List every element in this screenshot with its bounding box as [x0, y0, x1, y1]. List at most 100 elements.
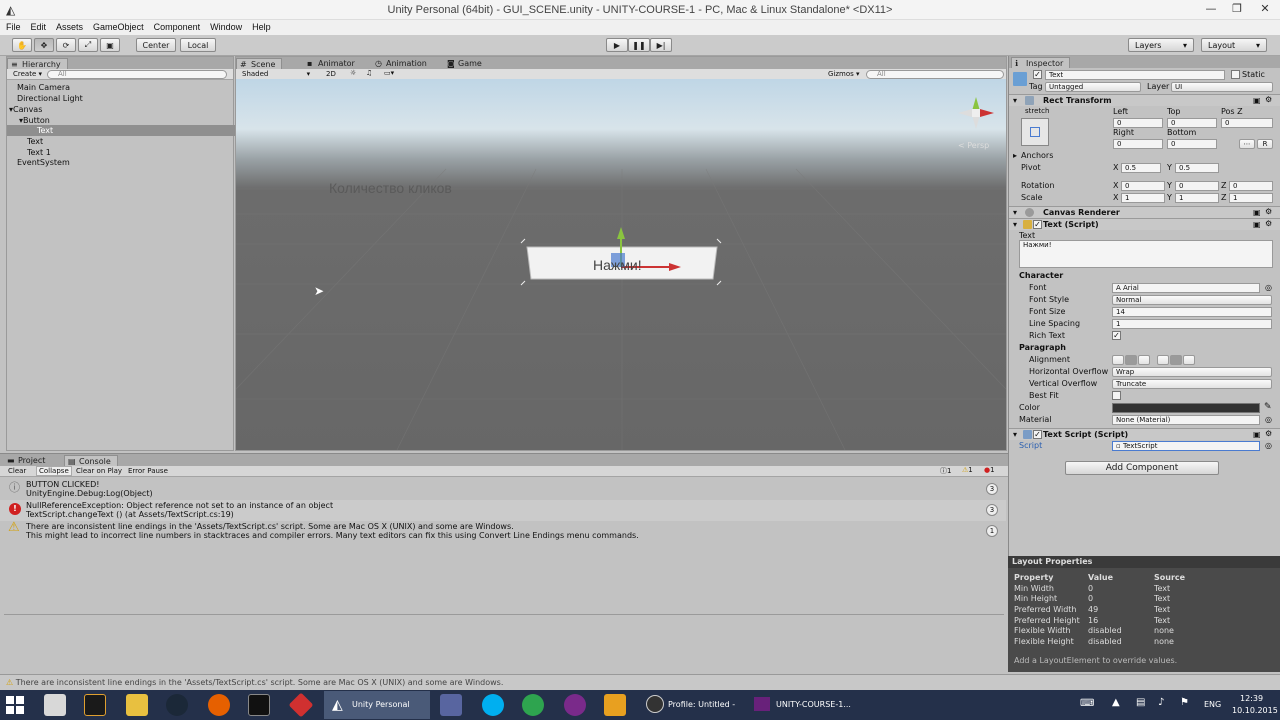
taskbar-git-icon[interactable]: [288, 692, 314, 718]
pivot-y-input[interactable]: 0.5: [1175, 163, 1219, 173]
hierarchy-item-eventsystem[interactable]: EventSystem: [7, 157, 239, 168]
foldout-right-icon[interactable]: ▸: [1013, 150, 1017, 161]
object-picker-icon[interactable]: ◎: [1265, 441, 1272, 450]
console-entry-warning[interactable]: ⚠ There are inconsistent line endings in…: [0, 521, 1006, 542]
best-fit-checkbox[interactable]: [1112, 391, 1121, 400]
help-icon[interactable]: ▣: [1253, 220, 1261, 229]
foldout-down-icon[interactable]: ▾: [1013, 208, 1017, 217]
help-icon[interactable]: ▣: [1253, 96, 1261, 105]
warning-filter-toggle[interactable]: ⚠1: [962, 466, 973, 474]
rect-transform-header[interactable]: ▾ Rect Transform ▣ ⚙: [1009, 94, 1280, 106]
layout-properties-title[interactable]: Layout Properties: [1008, 556, 1280, 568]
font-style-dropdown[interactable]: Normal: [1112, 295, 1272, 305]
rotate-tool-button[interactable]: ⟳: [56, 38, 76, 52]
gizmos-dropdown[interactable]: Gizmos ▾: [828, 70, 860, 78]
menu-gameobject[interactable]: GameObject: [93, 20, 144, 35]
pause-button[interactable]: ❚❚: [628, 38, 650, 52]
help-icon[interactable]: ▣: [1253, 430, 1261, 439]
console-detail-divider[interactable]: [4, 614, 1004, 615]
hierarchy-item-text[interactable]: Text: [7, 136, 239, 147]
color-swatch[interactable]: [1112, 403, 1260, 413]
static-checkbox[interactable]: [1231, 70, 1240, 79]
taskbar-explorer-icon[interactable]: [126, 694, 148, 716]
console-clear-on-play-toggle[interactable]: Clear on Play: [76, 467, 122, 475]
hand-tool-button[interactable]: ✋: [12, 38, 32, 52]
hierarchy-search-input[interactable]: All: [47, 70, 227, 79]
font-size-input[interactable]: 14: [1112, 307, 1272, 317]
anchors-label[interactable]: Anchors: [1021, 150, 1053, 161]
taskbar-steam-icon[interactable]: [166, 694, 188, 716]
gear-icon[interactable]: ⚙: [1265, 207, 1272, 216]
align-bottom-button[interactable]: [1183, 355, 1195, 365]
gear-icon[interactable]: ⚙: [1265, 219, 1272, 228]
gear-icon[interactable]: ⚙: [1265, 95, 1272, 104]
tab-console[interactable]: ▤ Console: [64, 455, 118, 466]
close-button[interactable]: ✕: [1254, 2, 1276, 15]
minimize-button[interactable]: —: [1200, 2, 1222, 15]
taskbar-window-vs[interactable]: UNITY-COURSE-1...: [748, 691, 852, 719]
scene-viewport[interactable]: Количество кликов Нажми! < Persp ➤: [236, 79, 1006, 450]
line-spacing-input[interactable]: 1: [1112, 319, 1272, 329]
tray-arrow-icon[interactable]: ▲: [1112, 697, 1120, 708]
console-clear-button[interactable]: Clear: [8, 467, 26, 475]
clock-time[interactable]: 12:39: [1240, 694, 1263, 703]
script-field[interactable]: ▫ TextScript: [1112, 441, 1260, 451]
taskbar-gog-icon[interactable]: [564, 694, 586, 716]
taskbar-firefox-icon[interactable]: [208, 694, 230, 716]
hierarchy-item-directional-light[interactable]: Directional Light: [7, 93, 239, 104]
space-local-toggle[interactable]: Local: [180, 38, 216, 52]
tab-project[interactable]: ▬ Project: [4, 455, 51, 466]
shading-dropdown[interactable]: Shaded ▾: [242, 70, 310, 78]
taskbar-utorrent-icon[interactable]: [522, 694, 544, 716]
persp-label[interactable]: < Persp: [958, 141, 989, 150]
active-checkbox[interactable]: ✓: [1033, 70, 1042, 79]
posz-input[interactable]: 0: [1221, 118, 1273, 128]
audio-toggle-icon[interactable]: ♫: [366, 69, 372, 77]
right-input[interactable]: 0: [1113, 139, 1163, 149]
vertical-overflow-dropdown[interactable]: Truncate: [1112, 379, 1272, 389]
taskbar-app-icon[interactable]: [44, 694, 66, 716]
font-field[interactable]: A Arial: [1112, 283, 1260, 293]
taskbar-skype-icon[interactable]: [482, 694, 504, 716]
align-top-button[interactable]: [1157, 355, 1169, 365]
console-error-pause-toggle[interactable]: Error Pause: [128, 467, 168, 475]
volume-icon[interactable]: ♪: [1158, 697, 1164, 708]
object-name-input[interactable]: Text: [1045, 70, 1225, 80]
step-button[interactable]: ▶|: [650, 38, 672, 52]
menu-edit[interactable]: Edit: [31, 20, 47, 35]
taskbar-discord-icon[interactable]: [440, 694, 462, 716]
object-picker-icon[interactable]: ◎: [1265, 283, 1272, 292]
clock-date[interactable]: 10.10.2015: [1232, 706, 1278, 715]
input-language[interactable]: ENG: [1204, 700, 1221, 709]
help-icon[interactable]: ▣: [1253, 208, 1261, 217]
lighting-toggle-icon[interactable]: ☼: [350, 69, 356, 77]
scale-x-input[interactable]: 1: [1121, 193, 1165, 203]
horizontal-overflow-dropdown[interactable]: Wrap: [1112, 367, 1272, 377]
text-value-input[interactable]: Нажми!: [1019, 240, 1273, 268]
hierarchy-item-text-selected[interactable]: Text: [7, 125, 239, 136]
menu-assets[interactable]: Assets: [56, 20, 83, 35]
align-center-button[interactable]: [1125, 355, 1137, 365]
rect-tool-button[interactable]: ▣: [100, 38, 120, 52]
add-component-button[interactable]: Add Component: [1065, 461, 1219, 475]
eyedropper-icon[interactable]: ✎: [1264, 402, 1272, 412]
tab-animator[interactable]: ▪ Animator: [304, 58, 361, 69]
pivot-x-input[interactable]: 0.5: [1121, 163, 1161, 173]
layer-dropdown[interactable]: UI: [1171, 82, 1273, 92]
gear-icon[interactable]: ⚙: [1265, 429, 1272, 438]
move-tool-button[interactable]: ✥: [34, 38, 54, 52]
toggle-2d-button[interactable]: 2D: [326, 70, 336, 78]
tab-animation[interactable]: ◷ Animation: [372, 58, 433, 69]
ui-button-gizmo[interactable]: [520, 207, 722, 287]
object-picker-icon[interactable]: ◎: [1265, 415, 1272, 424]
hierarchy-item-canvas[interactable]: ▾Canvas: [7, 104, 239, 115]
flag-icon[interactable]: ⚑: [1180, 697, 1189, 708]
error-filter-toggle[interactable]: ●1: [984, 466, 995, 474]
taskbar-app-icon[interactable]: [84, 694, 106, 716]
taskbar-window-unity[interactable]: ◭ Unity Personal (64...: [324, 691, 430, 719]
play-button[interactable]: ▶: [606, 38, 628, 52]
rotation-y-input[interactable]: 0: [1175, 181, 1219, 191]
align-middle-button[interactable]: [1170, 355, 1182, 365]
blueprint-mode-button[interactable]: ⋯: [1239, 139, 1255, 149]
network-icon[interactable]: ▤: [1136, 697, 1145, 708]
